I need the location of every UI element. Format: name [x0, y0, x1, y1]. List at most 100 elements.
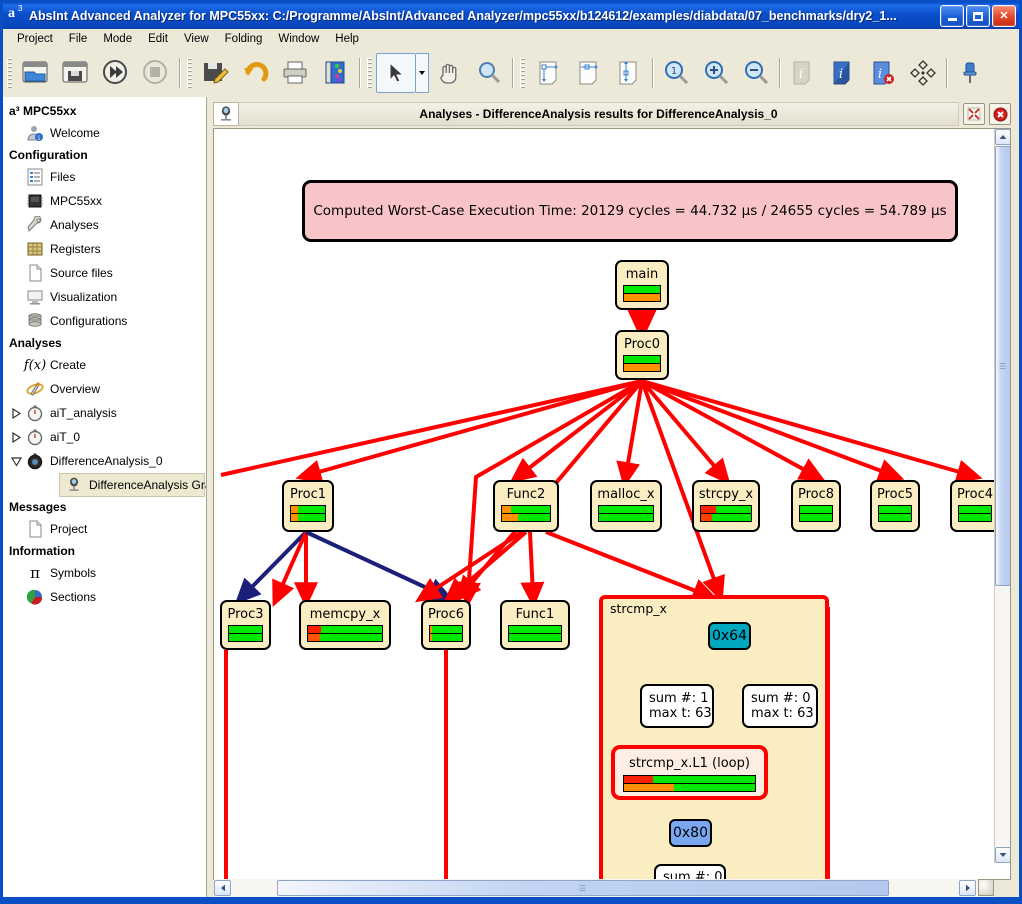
chevron-down-icon[interactable]	[9, 454, 23, 468]
minimize-button[interactable]	[940, 5, 964, 27]
sidebar-item-ait-analysis[interactable]: aiT_analysis	[3, 401, 206, 425]
sidebar-item-label: Files	[50, 170, 76, 184]
open-project-icon[interactable]	[16, 53, 56, 93]
graph-address-addr80[interactable]: 0x80	[669, 819, 712, 847]
sidebar-item-welcome[interactable]: i Welcome	[3, 121, 206, 145]
fit-width-icon[interactable]	[569, 53, 609, 93]
close-button[interactable]: ✕	[992, 5, 1016, 27]
chevron-right-icon[interactable]	[9, 430, 23, 444]
sidebar-item-analyses[interactable]: Analyses	[3, 213, 206, 237]
sidebar-item-overview[interactable]: Overview	[3, 377, 206, 401]
restore-icon[interactable]	[963, 103, 985, 125]
graph-node-Proc5[interactable]: Proc5	[870, 480, 920, 532]
chevron-right-icon[interactable]	[9, 406, 23, 420]
toolbar-grip[interactable]	[520, 58, 525, 88]
close-icon[interactable]	[989, 103, 1011, 125]
maximize-button[interactable]	[966, 5, 990, 27]
menu-item-help[interactable]: Help	[327, 31, 367, 47]
graph-node-sum1[interactable]: sum #: 1 max t: 63	[640, 684, 714, 728]
graph-node-Func2[interactable]: Func2	[493, 480, 559, 532]
difference-analysis-graph[interactable]: Computed Worst-Case Execution Time: 2012…	[214, 129, 1000, 879]
menu-item-folding[interactable]: Folding	[217, 31, 271, 47]
graph-node-Proc8[interactable]: Proc8	[791, 480, 841, 532]
graph-node-memcpy_x[interactable]: memcpy_x	[299, 600, 391, 650]
horizontal-scrollbar[interactable]: ☰	[214, 879, 994, 897]
graph-node-malloc_x[interactable]: malloc_x	[590, 480, 662, 532]
scroll-up-button[interactable]	[995, 129, 1010, 145]
sidebar-navigation[interactable]: a³ MPC55xx i Welcome Configuration Files MPC5…	[3, 97, 207, 901]
stop-analysis-icon[interactable]	[136, 53, 176, 93]
graph-node-Proc1[interactable]: Proc1	[282, 480, 334, 532]
info-disabled-icon[interactable]: i	[783, 53, 823, 93]
node-metric-bar	[701, 506, 751, 513]
sidebar-item-differenceanalysis-0[interactable]: DifferenceAnalysis_0	[3, 449, 206, 473]
pointer-tool-dropdown[interactable]	[416, 53, 429, 93]
menu-item-edit[interactable]: Edit	[140, 31, 176, 47]
node-metric-bar	[624, 364, 660, 371]
sidebar-item-mpc55xx[interactable]: MPC55xx	[3, 189, 206, 213]
sidebar-item-differenceanalysis-graph[interactable]: DifferenceAnalysis Graph	[59, 473, 206, 497]
zoom-in-icon[interactable]	[696, 53, 736, 93]
graph-loop-loop[interactable]: strcmp_x.L1 (loop)	[611, 745, 768, 800]
graph-node-Proc6[interactable]: Proc6	[421, 600, 471, 650]
menu-item-project[interactable]: Project	[9, 31, 61, 47]
sidebar-item-configurations[interactable]: Configurations	[3, 309, 206, 333]
horizontal-scroll-thumb[interactable]: ☰	[277, 880, 889, 896]
sidebar-item-files[interactable]: Files	[3, 165, 206, 189]
pin-icon[interactable]	[950, 53, 990, 93]
menu-item-mode[interactable]: Mode	[95, 31, 140, 47]
pointer-tool-icon[interactable]	[376, 53, 416, 93]
graph-node-main[interactable]: main	[615, 260, 669, 310]
info-icon[interactable]: i	[823, 53, 863, 93]
document-area: Analyses - DifferenceAnalysis results fo…	[207, 97, 1019, 901]
scroll-left-button[interactable]	[214, 880, 231, 896]
toolbar-grip[interactable]	[367, 58, 372, 88]
node-stat-line: sum #: 0	[751, 691, 811, 706]
sidebar-item-ait-0[interactable]: aiT_0	[3, 425, 206, 449]
zoom-100-icon[interactable]: 1	[656, 53, 696, 93]
sidebar-item-visualization[interactable]: Visualization	[3, 285, 206, 309]
fit-page-icon[interactable]	[529, 53, 569, 93]
sidebar-item-registers[interactable]: Registers	[3, 237, 206, 261]
graph-canvas-container[interactable]: Computed Worst-Case Execution Time: 2012…	[213, 128, 1011, 880]
menu-item-view[interactable]: View	[176, 31, 217, 47]
menu-item-file[interactable]: File	[61, 31, 96, 47]
fit-height-icon[interactable]	[609, 53, 649, 93]
menu-item-window[interactable]: Window	[270, 31, 327, 47]
sidebar-item-source-files[interactable]: Source files	[3, 261, 206, 285]
zoom-out-icon[interactable]	[736, 53, 776, 93]
window-resize-grip[interactable]	[978, 879, 994, 896]
graph-node-Proc0[interactable]: Proc0	[615, 330, 669, 380]
scroll-right-button[interactable]	[959, 880, 976, 896]
graph-address-addr64[interactable]: 0x64	[708, 622, 751, 650]
graph-node-Proc3[interactable]: Proc3	[220, 600, 271, 650]
sidebar-item-sections[interactable]: Sections	[3, 585, 206, 609]
scroll-down-button[interactable]	[995, 847, 1010, 863]
graph-node-Proc4[interactable]: Proc4	[950, 480, 1000, 532]
info-remove-icon[interactable]: i	[863, 53, 903, 93]
vertical-scrollbar[interactable]: ☰	[994, 129, 1010, 863]
magnifier-tool-icon[interactable]	[469, 53, 509, 93]
sidebar-item-project[interactable]: Project	[3, 517, 206, 541]
node-metric-bars	[623, 355, 661, 372]
print-icon[interactable]	[276, 53, 316, 93]
vertical-scroll-thumb[interactable]: ☰	[995, 146, 1010, 586]
toolbar-grip[interactable]	[7, 58, 12, 88]
sidebar-item-label: Source files	[50, 266, 113, 280]
edit-save-icon[interactable]	[196, 53, 236, 93]
toolbar-grip[interactable]	[187, 58, 192, 88]
sidebar-item-symbols[interactable]: π Symbols	[3, 561, 206, 585]
save-project-icon[interactable]	[56, 53, 96, 93]
move-node-icon[interactable]	[903, 53, 943, 93]
window-title: AbsInt Advanced Analyzer for MPC55xx: C:…	[29, 9, 897, 23]
graph-node-sum0a[interactable]: sum #: 0 max t: 63	[742, 684, 818, 728]
graph-node-strcpy_x[interactable]: strcpy_x	[692, 480, 760, 532]
fx-icon: f(x)	[23, 357, 47, 373]
graph-node-sum0b[interactable]: sum #: 0	[654, 864, 726, 879]
sidebar-item-create[interactable]: f(x) Create	[3, 353, 206, 377]
hand-tool-icon[interactable]	[429, 53, 469, 93]
run-analysis-icon[interactable]	[96, 53, 136, 93]
undo-icon[interactable]	[236, 53, 276, 93]
graph-node-Func1[interactable]: Func1	[500, 600, 570, 650]
report-icon[interactable]	[316, 53, 356, 93]
